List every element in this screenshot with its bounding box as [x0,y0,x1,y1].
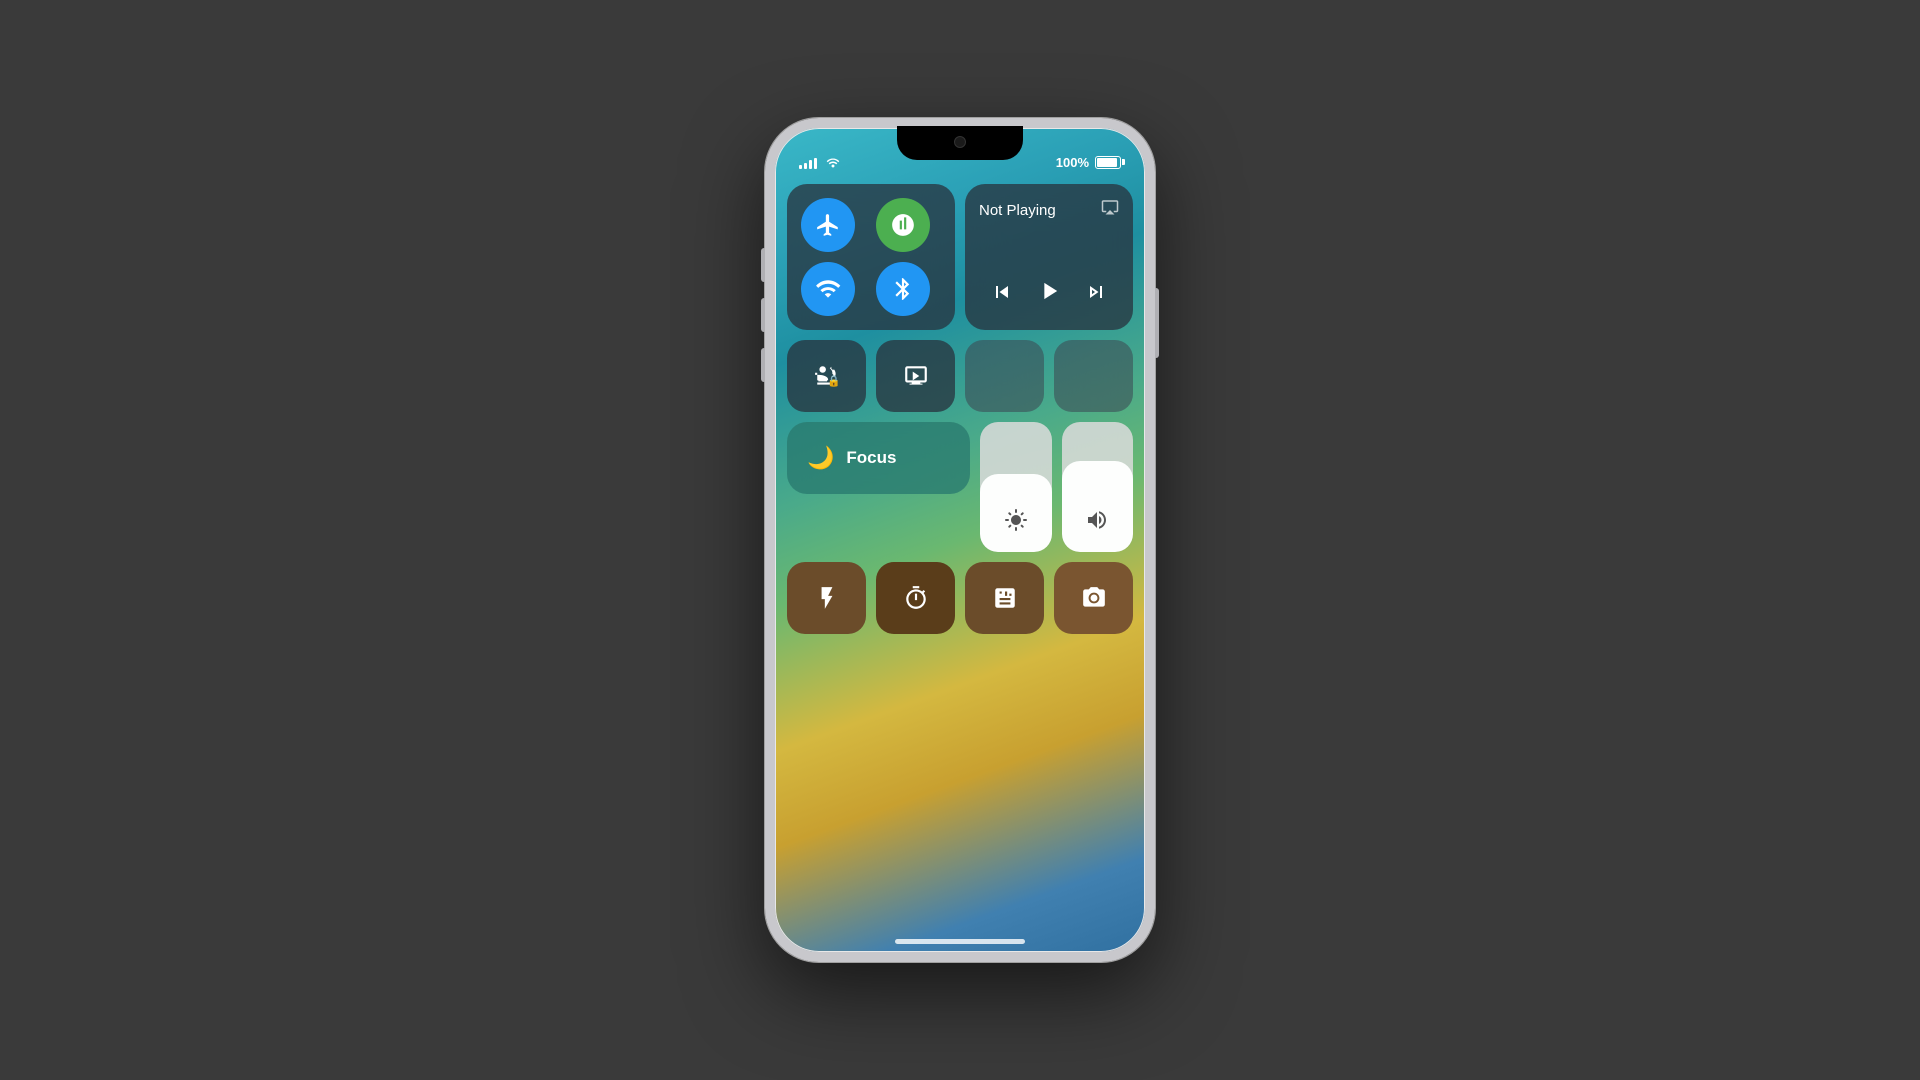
front-camera [954,136,966,148]
status-left [799,154,841,171]
phone-frame-container: 100% [765,118,1155,962]
svg-text:🔒: 🔒 [827,375,840,388]
media-controls [979,273,1119,316]
now-playing-title: Not Playing [979,202,1119,219]
focus-button[interactable]: 🌙 Focus [787,422,970,494]
volume-icon [1085,508,1109,538]
bluetooth-button[interactable] [876,262,930,316]
fast-forward-button[interactable] [1076,276,1116,314]
airplane-mode-button[interactable] [801,198,855,252]
moon-icon: 🌙 [807,445,834,471]
phone-screen: 100% [773,126,1147,954]
timer-button[interactable] [876,562,955,634]
calculator-button[interactable] [965,562,1044,634]
notch [897,126,1023,160]
wifi-status-icon [825,154,841,171]
focus-sliders-row: 🌙 Focus [787,422,1133,552]
control-center: Not Playing [787,184,1133,634]
signal-bar-3 [809,160,812,169]
home-indicator[interactable] [895,939,1025,944]
brightness-slider[interactable] [980,422,1052,552]
battery-percent: 100% [1056,155,1089,170]
screen-mirror-button[interactable] [876,340,955,412]
status-right: 100% [1056,155,1121,170]
focus-label: Focus [846,448,896,468]
camera-button[interactable] [1054,562,1133,634]
connectivity-now-playing-row: Not Playing [787,184,1133,330]
battery-icon [1095,156,1121,169]
connectivity-panel [787,184,955,330]
signal-bar-1 [799,165,802,169]
app-shortcuts-row [787,562,1133,634]
flashlight-button[interactable] [787,562,866,634]
rewind-button[interactable] [982,276,1022,314]
orientation-lock-button[interactable]: 🔒 [787,340,866,412]
brightness-icon [1004,508,1028,538]
brightness-placeholder [965,340,1044,412]
signal-bar-4 [814,158,817,169]
wifi-button[interactable] [801,262,855,316]
controls-row: 🔒 [787,340,1133,412]
cellular-button[interactable] [876,198,930,252]
signal-bars [799,155,817,169]
airplay-button[interactable] [1099,196,1121,218]
volume-slider[interactable] [1062,422,1134,552]
play-button[interactable] [1027,273,1071,316]
signal-bar-2 [804,163,807,169]
volume-placeholder [1054,340,1133,412]
now-playing-panel: Not Playing [965,184,1133,330]
